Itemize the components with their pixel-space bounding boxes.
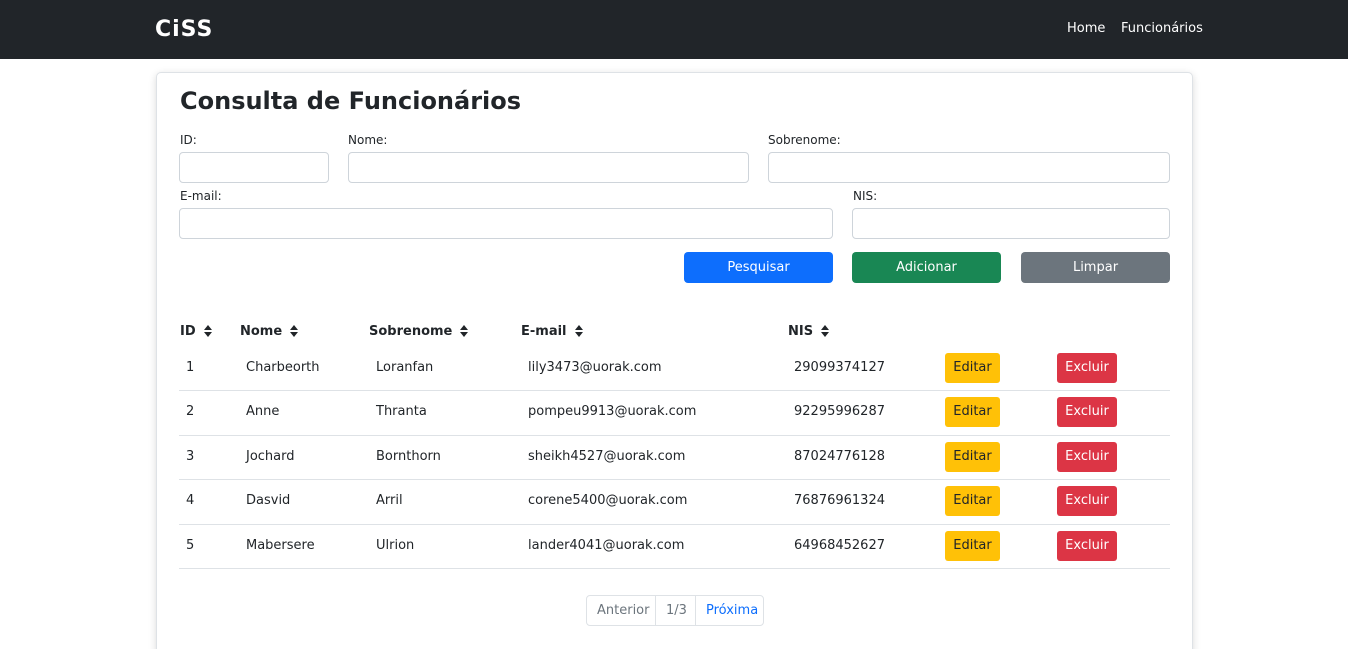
id-label: ID: <box>180 133 197 147</box>
column-header-label: Sobrenome <box>369 324 453 339</box>
column-header-email[interactable]: E-mail <box>521 324 583 340</box>
sort-icon <box>574 324 583 337</box>
cell-email: lander4041@uorak.com <box>528 538 685 553</box>
cell-email: pompeu9913@uorak.com <box>528 404 697 419</box>
pagination-current-page: 1/3 <box>656 596 696 625</box>
cell-email: lily3473@uorak.com <box>528 360 662 375</box>
brand-logo[interactable]: CiSS <box>155 17 213 43</box>
column-header-nome[interactable]: Nome <box>240 324 299 340</box>
cell-nis: 64968452627 <box>794 538 885 553</box>
cell-id: 4 <box>186 493 195 508</box>
clear-button[interactable]: Limpar <box>1021 252 1170 283</box>
table-row: 1 Charbeorth Loranfan lily3473@uorak.com… <box>179 353 1170 391</box>
pagination: Anterior 1/3 Próxima <box>586 595 764 626</box>
sort-icon <box>821 324 830 337</box>
cell-nis: 29099374127 <box>794 360 885 375</box>
id-field[interactable] <box>179 152 329 183</box>
cell-nis: 76876961324 <box>794 493 885 508</box>
column-header-label: ID <box>180 324 196 339</box>
add-button[interactable]: Adicionar <box>852 252 1001 283</box>
sort-icon <box>203 324 212 337</box>
delete-button[interactable]: Excluir <box>1057 397 1117 427</box>
nav-link-home[interactable]: Home <box>1067 20 1105 38</box>
cell-id: 1 <box>186 360 195 375</box>
sobrenome-label: Sobrenome: <box>768 133 841 147</box>
nome-label: Nome: <box>348 133 388 147</box>
table-row: 5 Mabersere Ulrion lander4041@uorak.com … <box>179 531 1170 569</box>
column-header-label: NIS <box>788 324 814 339</box>
pagination-previous[interactable]: Anterior <box>587 596 656 625</box>
email-field[interactable] <box>179 208 833 239</box>
table-row: 3 Jochard Bornthorn sheikh4527@uorak.com… <box>179 442 1170 480</box>
cell-nome: Jochard <box>246 449 295 464</box>
pagination-next[interactable]: Próxima <box>696 596 763 625</box>
cell-email: sheikh4527@uorak.com <box>528 449 686 464</box>
sort-icon <box>290 324 299 337</box>
edit-button[interactable]: Editar <box>945 442 1000 472</box>
delete-button[interactable]: Excluir <box>1057 486 1117 516</box>
column-header-id[interactable]: ID <box>180 324 212 340</box>
edit-button[interactable]: Editar <box>945 531 1000 561</box>
table-row: 4 Dasvid Arril corene5400@uorak.com 7687… <box>179 486 1170 525</box>
cell-sobrenome: Ulrion <box>376 538 415 553</box>
cell-id: 5 <box>186 538 195 553</box>
cell-nome: Mabersere <box>246 538 315 553</box>
page-title: Consulta de Funcionários <box>180 87 522 115</box>
search-button[interactable]: Pesquisar <box>684 252 833 283</box>
table-row: 2 Anne Thranta pompeu9913@uorak.com 9229… <box>179 397 1170 436</box>
column-header-nis[interactable]: NIS <box>788 324 830 340</box>
column-header-sobrenome[interactable]: Sobrenome <box>369 324 469 340</box>
edit-button[interactable]: Editar <box>945 486 1000 516</box>
cell-nome: Anne <box>246 404 280 419</box>
delete-button[interactable]: Excluir <box>1057 353 1117 383</box>
cell-nome: Dasvid <box>246 493 291 508</box>
delete-button[interactable]: Excluir <box>1057 531 1117 561</box>
cell-nome: Charbeorth <box>246 360 320 375</box>
cell-nis: 92295996287 <box>794 404 885 419</box>
column-header-label: Nome <box>240 324 283 339</box>
cell-sobrenome: Arril <box>376 493 403 508</box>
cell-sobrenome: Thranta <box>376 404 427 419</box>
cell-nis: 87024776128 <box>794 449 885 464</box>
cell-id: 3 <box>186 449 195 464</box>
sort-icon <box>460 324 469 337</box>
cell-sobrenome: Loranfan <box>376 360 434 375</box>
nome-field[interactable] <box>348 152 749 183</box>
top-navbar: CiSS Home Funcionários <box>0 0 1348 59</box>
cell-sobrenome: Bornthorn <box>376 449 441 464</box>
edit-button[interactable]: Editar <box>945 353 1000 383</box>
nis-field[interactable] <box>852 208 1170 239</box>
cell-email: corene5400@uorak.com <box>528 493 688 508</box>
column-header-label: E-mail <box>521 324 567 339</box>
cell-id: 2 <box>186 404 195 419</box>
email-label: E-mail: <box>180 189 222 203</box>
nav-link-funcionarios[interactable]: Funcionários <box>1121 20 1203 38</box>
nis-label: NIS: <box>853 189 878 203</box>
delete-button[interactable]: Excluir <box>1057 442 1117 472</box>
edit-button[interactable]: Editar <box>945 397 1000 427</box>
sobrenome-field[interactable] <box>768 152 1170 183</box>
